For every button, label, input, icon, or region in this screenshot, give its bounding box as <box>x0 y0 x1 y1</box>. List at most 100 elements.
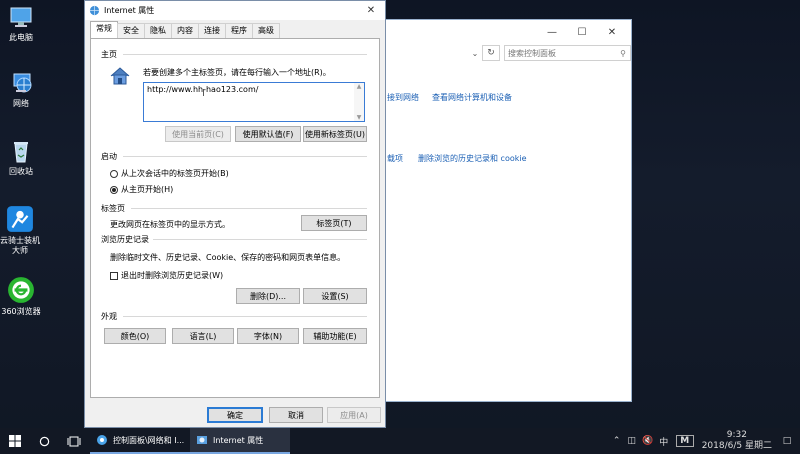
desktop-icon-label: 回收站 <box>9 167 33 176</box>
history-group-title: 浏览历史记录 <box>101 235 149 244</box>
search-cortana-button[interactable] <box>30 428 58 454</box>
control-panel-window[interactable]: — ☐ ✕ ⌄ ↻ 搜索控制面板 ⚲ 接到网络 查看网络计算机和设备 载项 删除… <box>385 19 632 402</box>
delete-history-button[interactable]: 删除(D)... <box>236 288 300 304</box>
cortana-circle-icon <box>39 436 49 446</box>
tab-general[interactable]: 常规 <box>90 21 118 38</box>
tab-content[interactable]: 内容 <box>171 23 199 38</box>
textarea-scrollbar[interactable]: ▲ ▼ <box>354 83 364 121</box>
checkbox-box <box>110 271 118 280</box>
internet-options-app-icon <box>197 436 207 444</box>
yunqishi-knight-icon <box>7 206 33 232</box>
taskbar: 控制面板\网络和 I... Internet 属性 ⌃ ◫ 🔇 中 M 9:32… <box>0 428 800 454</box>
close-button[interactable]: ✕ <box>597 21 627 43</box>
link-view-network-computers[interactable]: 查看网络计算机和设备 <box>432 92 512 103</box>
home-group-title: 主页 <box>101 50 117 59</box>
use-new-tab-button[interactable]: 使用新标签页(U) <box>303 126 367 142</box>
desktop-icon-recycle-bin[interactable]: 回收站 <box>0 138 42 177</box>
task-view-button[interactable] <box>58 428 90 454</box>
windows-logo-icon <box>9 435 21 447</box>
group-divider <box>123 54 367 55</box>
tab-programs[interactable]: 程序 <box>225 23 253 38</box>
link-connect-network[interactable]: 接到网络 <box>387 92 419 103</box>
control-panel-search-input[interactable]: 搜索控制面板 ⚲ <box>504 45 631 61</box>
startup-last-session-radio[interactable]: 从上次会话中的标签页开始(B) <box>110 168 229 179</box>
internet-options-globe-icon <box>89 5 100 16</box>
internet-properties-dialog[interactable]: Internet 属性 ✕ 常规 安全 隐私 内容 连接 程序 高级 主页 若要… <box>84 0 386 428</box>
system-tray: ⌃ ◫ 🔇 中 M 9:32 2018/6/5 星期二 □ <box>610 430 800 452</box>
desktop-icon-label: 网络 <box>13 99 29 108</box>
cancel-button[interactable]: 取消 <box>269 407 323 423</box>
start-button[interactable] <box>0 428 30 454</box>
radio-circle <box>110 169 118 178</box>
link-delete-history[interactable]: 删除浏览的历史记录和 cookie <box>418 153 527 164</box>
fonts-button[interactable]: 字体(N) <box>237 328 299 344</box>
use-default-button[interactable]: 使用默认值(F) <box>235 126 301 142</box>
tab-connections[interactable]: 连接 <box>198 23 226 38</box>
radio-circle-selected <box>110 185 118 194</box>
clock-time: 9:32 <box>726 430 747 440</box>
computer-icon <box>10 7 32 27</box>
link-manage-addons[interactable]: 载项 <box>387 153 403 164</box>
360-browser-icon <box>8 277 34 303</box>
text-cursor-icon: I <box>202 88 205 99</box>
clock[interactable]: 9:32 2018/6/5 星期二 <box>702 430 772 452</box>
tab-security[interactable]: 安全 <box>117 23 145 38</box>
tabs-description: 更改网页在标签页中的显示方式。 <box>110 220 230 229</box>
tab-advanced[interactable]: 高级 <box>252 23 280 38</box>
tabs-group-title: 标签页 <box>101 204 125 213</box>
desktop-icon-network[interactable]: 网络 <box>0 70 42 109</box>
network-globe-icon <box>13 73 32 93</box>
task-view-icon <box>67 436 81 446</box>
desktop-icon-label: 此电脑 <box>9 33 33 42</box>
control-panel-app-icon <box>96 435 107 445</box>
minimize-button[interactable]: — <box>537 21 567 43</box>
dialog-titlebar: Internet 属性 ✕ <box>85 1 385 20</box>
languages-button[interactable]: 语言(L) <box>172 328 234 344</box>
startup-home-radio[interactable]: 从主页开始(H) <box>110 184 173 195</box>
general-tab-panel: 主页 若要创建多个主标签页，请在每行输入一个地址(R)。 http://www.… <box>90 38 380 398</box>
appearance-group-title: 外观 <box>101 312 117 321</box>
colors-button[interactable]: 颜色(O) <box>104 328 166 344</box>
taskbar-app-control-panel[interactable]: 控制面板\网络和 I... <box>90 428 190 454</box>
tab-privacy[interactable]: 隐私 <box>144 23 172 38</box>
dialog-title: Internet 属性 <box>104 6 155 15</box>
address-dropdown-chevron-icon[interactable]: ⌄ <box>468 49 482 58</box>
scroll-down-arrow-icon[interactable]: ▼ <box>354 114 364 121</box>
history-settings-button[interactable]: 设置(S) <box>303 288 367 304</box>
ok-button[interactable]: 确定 <box>207 407 263 423</box>
group-divider <box>153 239 367 240</box>
tabs-settings-button[interactable]: 标签页(T) <box>301 215 367 231</box>
desktop-icon-yunqishi[interactable]: 云骑士装机 大师 <box>0 205 40 256</box>
taskbar-app-internet-properties[interactable]: Internet 属性 <box>190 428 290 454</box>
network-status-icon[interactable]: ◫ <box>624 436 640 446</box>
accessibility-button[interactable]: 辅助功能(E) <box>303 328 367 344</box>
apply-button[interactable]: 应用(A) <box>327 407 381 423</box>
control-panel-titlebar: — ☐ ✕ <box>386 20 631 44</box>
show-hidden-icons-chevron-icon[interactable]: ⌃ <box>610 436 624 446</box>
group-divider <box>123 156 367 157</box>
startup-group-title: 启动 <box>101 152 117 161</box>
desktop-icon-label: 360浏览器 <box>1 307 41 316</box>
desktop-icon-this-pc[interactable]: 此电脑 <box>0 4 42 43</box>
history-description: 删除临时文件、历史记录、Cookie、保存的密码和网页表单信息。 <box>110 253 346 262</box>
home-description: 若要创建多个主标签页，请在每行输入一个地址(R)。 <box>143 68 331 77</box>
search-icon: ⚲ <box>620 48 626 58</box>
group-divider <box>123 316 367 317</box>
volume-muted-icon[interactable]: 🔇 <box>640 436 656 446</box>
refresh-icon[interactable]: ↻ <box>482 45 500 61</box>
ime-language-indicator[interactable]: 中 <box>656 435 672 448</box>
ime-mode-indicator[interactable]: M <box>675 435 694 447</box>
maximize-button[interactable]: ☐ <box>567 21 597 43</box>
home-house-icon <box>110 67 130 85</box>
control-panel-address-row: ⌄ ↻ 搜索控制面板 ⚲ <box>386 44 631 62</box>
desktop-icon-360-browser[interactable]: 360浏览器 <box>0 276 42 317</box>
dialog-tab-strip: 常规 安全 隐私 内容 连接 程序 高级 <box>90 21 280 38</box>
action-center-icon[interactable]: □ <box>774 436 800 446</box>
home-page-url-textarea[interactable]: http://www.hh-hao123.com/ ▲ ▼ <box>143 82 365 122</box>
delete-history-on-exit-checkbox[interactable]: 退出时删除浏览历史记录(W) <box>110 270 223 281</box>
group-divider <box>131 208 367 209</box>
scroll-up-arrow-icon[interactable]: ▲ <box>354 83 364 90</box>
clock-date: 2018/6/5 星期二 <box>701 441 772 451</box>
dialog-close-button[interactable]: ✕ <box>357 1 385 20</box>
use-current-button[interactable]: 使用当前页(C) <box>165 126 231 142</box>
